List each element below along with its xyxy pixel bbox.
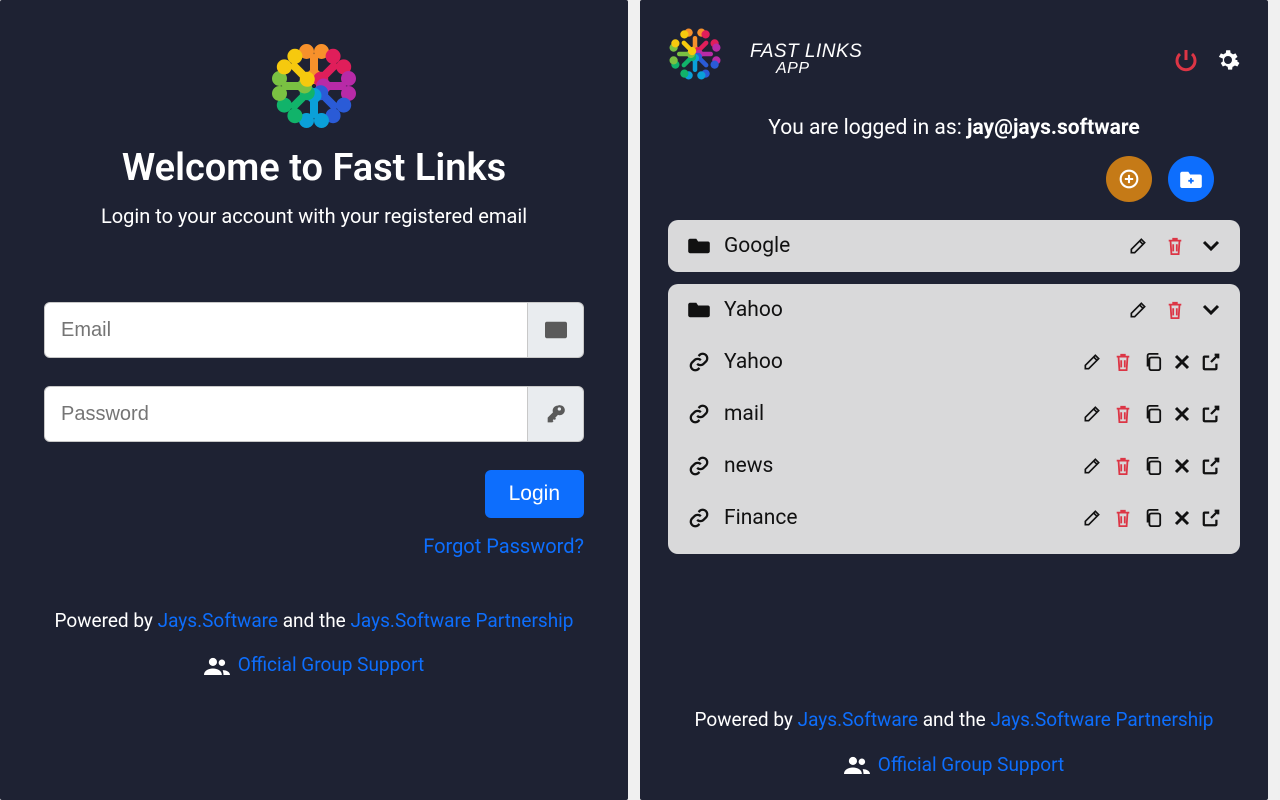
login-pane: Welcome to Fast Links Login to your acco…: [0, 0, 628, 800]
logged-in-prefix: You are logged in as:: [768, 116, 967, 140]
folder: Google: [668, 220, 1240, 272]
chevron-down-icon[interactable]: [1202, 240, 1220, 252]
link-icon: [688, 455, 710, 477]
login-subtitle: Login to your account with your register…: [101, 204, 527, 228]
email-field[interactable]: [44, 302, 528, 358]
edit-icon[interactable]: [1082, 404, 1102, 424]
copy-icon[interactable]: [1144, 508, 1162, 528]
trash-icon[interactable]: [1166, 236, 1184, 256]
link-name: Yahoo: [724, 350, 783, 374]
close-icon[interactable]: [1174, 510, 1190, 526]
folder-header[interactable]: Google: [668, 220, 1240, 272]
login-button[interactable]: Login: [485, 470, 584, 518]
support-link[interactable]: Official Group Support: [238, 650, 424, 680]
powered-middle: and the: [283, 609, 351, 632]
edit-icon[interactable]: [1082, 352, 1102, 372]
folders-list: Google Yahoo Yahoo: [668, 220, 1240, 554]
login-title: Welcome to Fast Links: [122, 146, 506, 190]
edit-icon[interactable]: [1128, 236, 1148, 256]
logged-in-status: You are logged in as: jay@jays.software: [668, 116, 1240, 140]
folder-name: Google: [724, 234, 790, 258]
add-link-button[interactable]: [1106, 156, 1152, 202]
dashboard-pane: FAST LINKS APP You are logged in as: jay…: [640, 0, 1268, 800]
link-list: Yahoo mail: [668, 336, 1240, 554]
close-icon[interactable]: [1174, 406, 1190, 422]
password-field[interactable]: [44, 386, 528, 442]
open-external-icon[interactable]: [1202, 353, 1220, 371]
folder-icon: [688, 237, 710, 255]
link-item: Finance: [688, 492, 1220, 544]
users-icon: [844, 755, 870, 775]
envelope-icon: [528, 302, 584, 358]
brand-text: FAST LINKS APP: [750, 43, 862, 76]
action-buttons: [668, 156, 1240, 202]
footer-link-1[interactable]: Jays.Software: [158, 609, 278, 632]
power-icon[interactable]: [1174, 48, 1198, 72]
link-icon: [688, 351, 710, 373]
brand: FAST LINKS APP: [668, 24, 862, 96]
brand-line2: APP: [750, 61, 862, 76]
link-name: news: [724, 454, 773, 478]
folder-icon: [688, 301, 710, 319]
add-folder-button[interactable]: [1168, 156, 1214, 202]
trash-icon[interactable]: [1114, 456, 1132, 476]
trash-icon[interactable]: [1114, 508, 1132, 528]
link-item: news: [688, 440, 1220, 492]
trash-icon[interactable]: [1114, 404, 1132, 424]
link-item: Yahoo: [688, 336, 1220, 388]
close-icon[interactable]: [1174, 354, 1190, 370]
support-link[interactable]: Official Group Support: [878, 750, 1064, 780]
edit-icon[interactable]: [1082, 456, 1102, 476]
link-name: mail: [724, 402, 764, 426]
gear-icon[interactable]: [1216, 48, 1240, 72]
link-name: Finance: [724, 506, 797, 530]
topbar: FAST LINKS APP: [668, 24, 1240, 96]
folder-name: Yahoo: [724, 298, 783, 322]
login-form: Login Forgot Password?: [44, 302, 584, 558]
forgot-password-link[interactable]: Forgot Password?: [423, 534, 584, 558]
trash-icon[interactable]: [1166, 300, 1184, 320]
copy-icon[interactable]: [1144, 456, 1162, 476]
brand-line1: FAST LINKS: [750, 41, 862, 62]
open-external-icon[interactable]: [1202, 405, 1220, 423]
chevron-down-icon[interactable]: [1202, 304, 1220, 316]
footer-right: Powered by Jays.Software and the Jays.So…: [668, 685, 1240, 780]
link-icon: [688, 403, 710, 425]
open-external-icon[interactable]: [1202, 457, 1220, 475]
password-input-group: [44, 386, 584, 442]
logged-in-user: jay@jays.software: [967, 116, 1140, 140]
powered-middle: and the: [923, 708, 991, 731]
open-external-icon[interactable]: [1202, 509, 1220, 527]
key-icon: [528, 386, 584, 442]
edit-icon[interactable]: [1082, 508, 1102, 528]
copy-icon[interactable]: [1144, 352, 1162, 372]
email-input-group: [44, 302, 584, 358]
powered-prefix: Powered by: [55, 609, 158, 632]
close-icon[interactable]: [1174, 458, 1190, 474]
trash-icon[interactable]: [1114, 352, 1132, 372]
copy-icon[interactable]: [1144, 404, 1162, 424]
powered-prefix: Powered by: [695, 708, 798, 731]
footer-link-1[interactable]: Jays.Software: [798, 708, 918, 731]
folder-header[interactable]: Yahoo: [668, 284, 1240, 336]
edit-icon[interactable]: [1128, 300, 1148, 320]
link-icon: [688, 507, 710, 529]
footer-left: Powered by Jays.Software and the Jays.So…: [55, 606, 574, 681]
logo: [266, 32, 362, 128]
folder: Yahoo Yahoo mail: [668, 284, 1240, 554]
users-icon: [204, 656, 230, 676]
footer-link-2[interactable]: Jays.Software Partnership: [350, 609, 573, 632]
footer-link-2[interactable]: Jays.Software Partnership: [990, 708, 1213, 731]
link-item: mail: [688, 388, 1220, 440]
